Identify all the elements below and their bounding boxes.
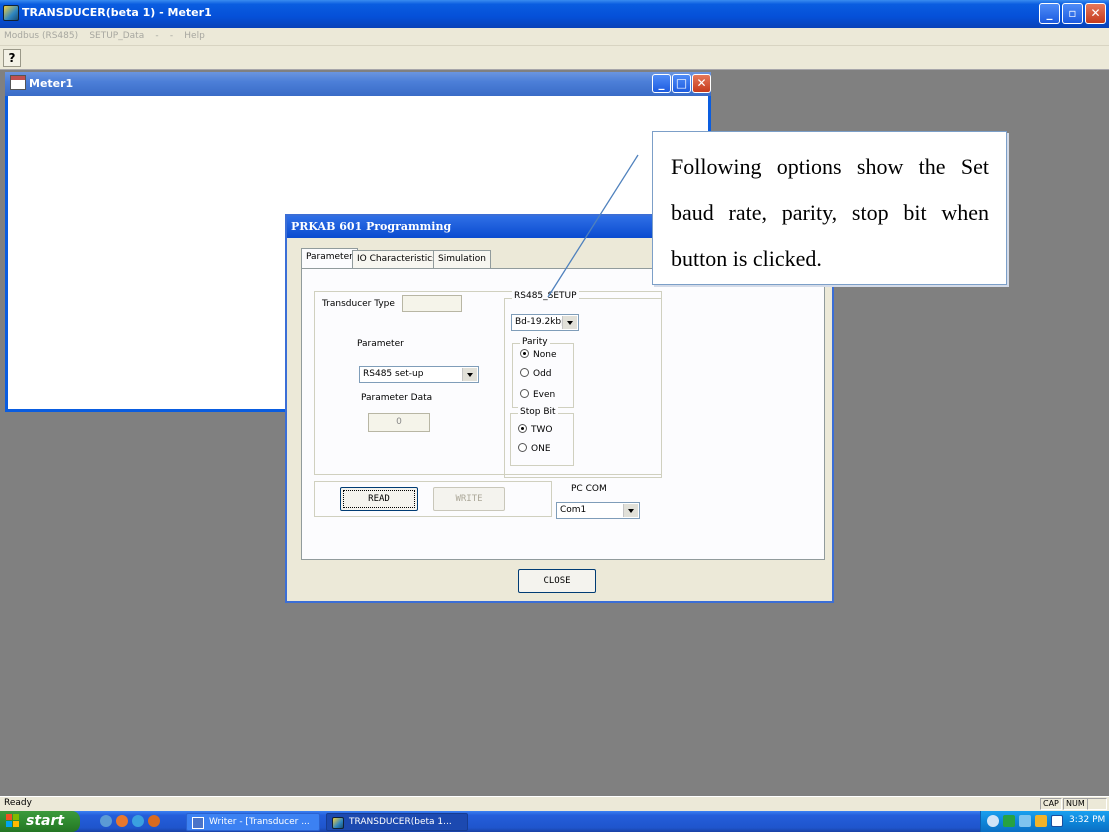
task-transducer[interactable]: TRANSDUCER(beta 1... (326, 813, 468, 831)
chevron-down-icon[interactable] (462, 368, 477, 381)
parity-odd-label: Odd (533, 369, 552, 379)
parity-legend: Parity (520, 337, 550, 347)
chevron-down-icon[interactable] (562, 316, 577, 329)
menu-setup-data[interactable]: SETUP_Data (85, 28, 148, 44)
toolbar: ? (0, 46, 1109, 70)
ie-icon[interactable] (100, 815, 112, 827)
language-icon[interactable] (1051, 815, 1063, 827)
meter-window-icon (10, 75, 26, 90)
security-icon[interactable] (1035, 815, 1047, 827)
firefox-icon[interactable] (116, 815, 128, 827)
media-icon[interactable] (148, 815, 160, 827)
menu-help[interactable]: Help (180, 28, 209, 44)
start-button[interactable]: start (0, 811, 80, 832)
transducer-type-label: Transducer Type (322, 299, 395, 309)
dialog-title: PRKAB 601 Programming (291, 220, 452, 233)
radio-icon (520, 389, 529, 398)
minimize-button[interactable]: _ (1039, 3, 1060, 24)
parameter-tab-panel: Transducer Type Parameter RS485 set-up P… (301, 268, 825, 560)
tab-parameter[interactable]: Parameter (301, 248, 358, 270)
restore-button[interactable]: ▫ (1062, 3, 1083, 24)
rs485-setup-legend: RS485_SETUP (512, 291, 579, 301)
menu-separator-2[interactable]: - (166, 28, 177, 44)
annotation-text: Following options show the Set baud rate… (671, 154, 989, 271)
parameter-select[interactable]: RS485 set-up (359, 366, 479, 383)
network-icon[interactable] (987, 815, 999, 827)
child-minimize-button[interactable]: _ (652, 74, 671, 93)
annotation-callout: Following options show the Set baud rate… (652, 131, 1007, 285)
transducer-app-icon (332, 817, 344, 829)
task-writer[interactable]: Writer - [Transducer ... (186, 813, 320, 831)
stop-two-radio[interactable]: TWO (518, 424, 552, 435)
menu-modbus[interactable]: Modbus (RS485) (0, 28, 82, 44)
app-title: TRANSDUCER(beta 1) - Meter1 (22, 6, 212, 19)
stop-one-radio[interactable]: ONE (518, 443, 551, 454)
tab-simulation[interactable]: Simulation (433, 250, 491, 270)
radio-checked-icon (520, 349, 529, 358)
status-text: Ready (4, 798, 32, 808)
cap-indicator: CAP (1040, 798, 1062, 810)
pc-com-value: Com1 (560, 505, 587, 515)
app-titlebar[interactable]: TRANSDUCER(beta 1) - Meter1 _ ▫ ✕ (0, 0, 1109, 28)
system-tray: 3:32 PM (980, 811, 1109, 832)
taskbar: start Writer - [Transducer ... TRANSDUCE… (0, 811, 1109, 832)
num-indicator: NUM (1063, 798, 1088, 810)
antivirus-icon[interactable] (1003, 815, 1015, 827)
meter1-titlebar[interactable]: Meter1 _ □ ✕ (5, 72, 711, 96)
menu-separator-1[interactable]: - (151, 28, 162, 44)
stop-two-label: TWO (531, 425, 553, 435)
parity-odd-radio[interactable]: Odd (520, 368, 552, 379)
parameter-label: Parameter (357, 339, 404, 349)
close-button[interactable]: ✕ (1085, 3, 1106, 24)
transducer-type-field[interactable] (402, 295, 462, 312)
clock[interactable]: 3:32 PM (1069, 815, 1105, 825)
parameter-data-label: Parameter Data (361, 393, 433, 403)
display-icon[interactable] (1019, 815, 1031, 827)
child-maximize-button[interactable]: □ (672, 74, 691, 93)
child-close-button[interactable]: ✕ (692, 74, 711, 93)
radio-icon (518, 443, 527, 452)
task-writer-label: Writer - [Transducer ... (209, 817, 310, 827)
parity-none-label: None (533, 350, 557, 360)
pc-com-label: PC COM (571, 484, 607, 494)
parity-none-radio[interactable]: None (520, 349, 556, 360)
scroll-indicator (1087, 798, 1107, 810)
app-icon (3, 5, 19, 21)
meter1-title: Meter1 (29, 77, 74, 90)
windows-logo-icon (6, 814, 19, 827)
parity-even-radio[interactable]: Even (520, 389, 555, 400)
stop-one-label: ONE (531, 444, 551, 454)
help-icon[interactable]: ? (3, 49, 21, 67)
task-transducer-label: TRANSDUCER(beta 1... (349, 817, 452, 827)
read-button[interactable]: READ (340, 487, 418, 511)
close-dialog-button[interactable]: CLOSE (518, 569, 596, 593)
tab-io-characteristics[interactable]: IO Characteristics (352, 250, 442, 270)
pc-com-select[interactable]: Com1 (556, 502, 640, 519)
status-bar: Ready CAP NUM (0, 796, 1109, 811)
stop-bit-legend: Stop Bit (518, 407, 558, 417)
radio-icon (520, 368, 529, 377)
menu-bar: Modbus (RS485) SETUP_Data - - Help (0, 28, 1109, 46)
browser-icon[interactable] (132, 815, 144, 827)
stop-bit-group (510, 413, 574, 466)
writer-icon (192, 817, 204, 829)
start-label: start (26, 813, 65, 829)
radio-checked-icon (518, 424, 527, 433)
write-button[interactable]: WRITE (433, 487, 505, 511)
parameter-select-value: RS485 set-up (363, 369, 424, 379)
parameter-data-field[interactable]: 0 (368, 413, 430, 432)
baud-rate-select[interactable]: Bd-19.2kbps (511, 314, 579, 331)
parity-even-label: Even (533, 390, 556, 400)
chevron-down-icon[interactable] (623, 504, 638, 517)
